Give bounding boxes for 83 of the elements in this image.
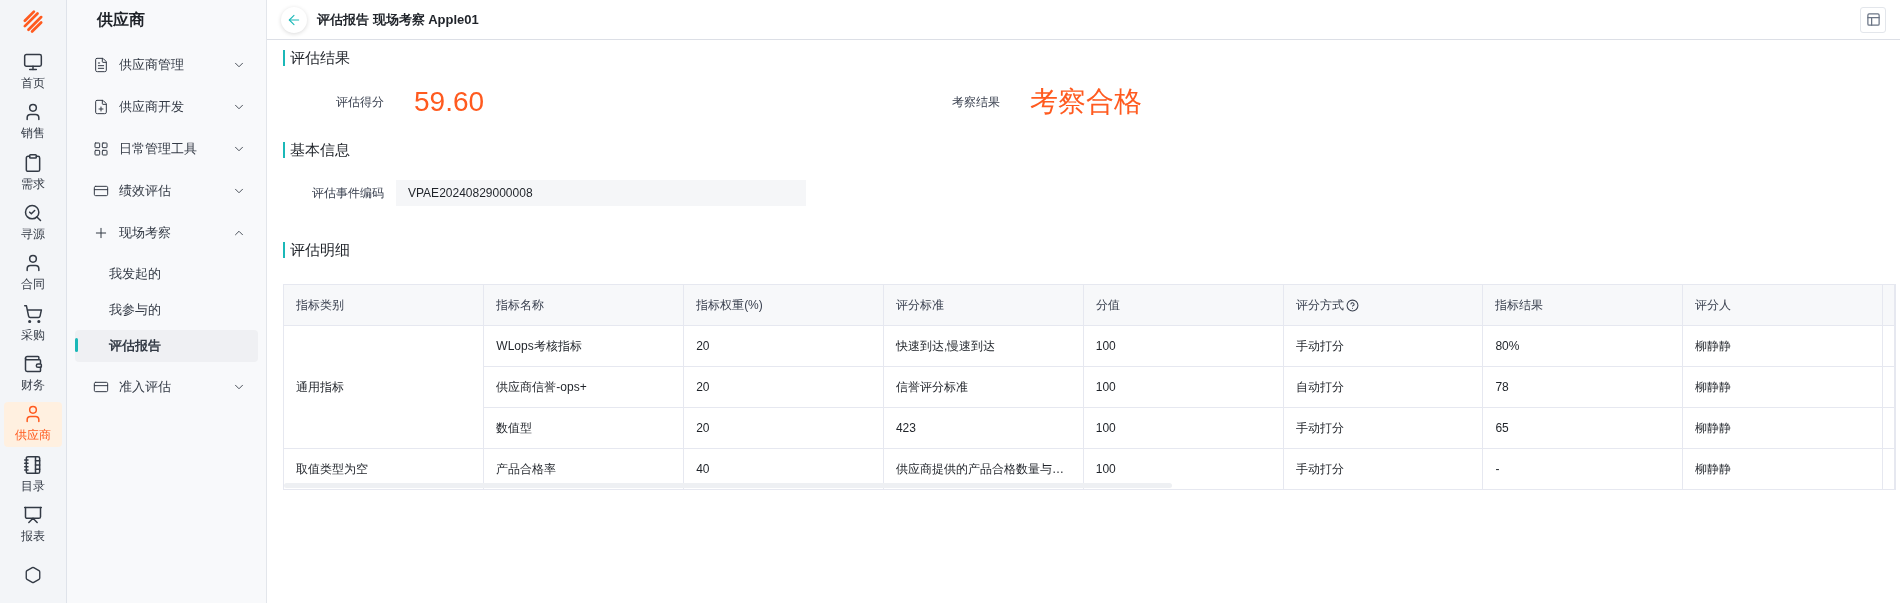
rail-icon xyxy=(23,253,43,274)
column-header: 分值 xyxy=(1083,285,1284,326)
hexagon-icon[interactable] xyxy=(24,566,42,585)
rail-icon xyxy=(23,152,43,173)
table-cell: 数值型 xyxy=(483,407,684,449)
menu-icon xyxy=(93,183,109,199)
table-cell: 20 xyxy=(683,325,884,367)
score-value: 59.60 xyxy=(413,86,486,118)
table-cell: 20 xyxy=(683,407,884,449)
help-icon[interactable] xyxy=(1345,298,1359,312)
rail-icon xyxy=(23,504,43,525)
table-cell: 通用指标 xyxy=(284,325,484,449)
rail-icon xyxy=(23,353,43,374)
submenu-item[interactable]: 我发起的 xyxy=(75,258,258,290)
section-title: 基本信息 xyxy=(283,142,1892,158)
menu-icon xyxy=(93,225,109,241)
table-cell: 供应商信誉-ops+ xyxy=(483,366,684,408)
score-label: 评估得分 xyxy=(335,93,384,111)
column-header: 指标权重(%) xyxy=(683,285,884,326)
verdict-label: 考察结果 xyxy=(951,93,1000,111)
scrollbar[interactable] xyxy=(284,483,1172,488)
table-cell: 78 xyxy=(1482,366,1683,408)
menu-icon xyxy=(93,57,109,73)
menu-item[interactable]: 绩效评估 xyxy=(75,170,258,212)
table-cell: WLops考核指标 xyxy=(483,325,684,367)
page-title: 评估报告 现场考察 Apple01 xyxy=(317,10,480,29)
table-cell: 423 xyxy=(883,407,1084,449)
column-header: 指标结果 xyxy=(1482,285,1683,326)
section-title: 评估结果 xyxy=(283,50,1892,66)
rail-icon xyxy=(23,102,43,123)
menu-icon xyxy=(93,99,109,115)
table-cell: 柳静静 xyxy=(1682,325,1883,367)
verdict-value: 考察合格 xyxy=(1029,85,1143,119)
menu-icon xyxy=(93,379,109,395)
submenu-item[interactable]: 评估报告 xyxy=(75,330,258,362)
menu-item[interactable]: 现场考察 xyxy=(75,212,258,254)
rail-item[interactable]: 寻源 xyxy=(4,200,62,246)
table-cell: - xyxy=(1482,448,1683,489)
column-header: 评分人 xyxy=(1682,285,1883,326)
rail-item[interactable]: 销售 xyxy=(4,99,62,145)
table-cell: 手动打分 xyxy=(1283,448,1483,489)
menu-item[interactable]: 日常管理工具 xyxy=(75,128,258,170)
sidebar-title: 供应商 xyxy=(95,10,146,30)
layout-button[interactable] xyxy=(1860,6,1886,33)
rail-item[interactable]: 财务 xyxy=(4,351,62,397)
menu-item[interactable]: 供应商管理 xyxy=(75,44,258,86)
rail-icon xyxy=(23,202,43,223)
table-cell: 手动打分 xyxy=(1283,407,1483,449)
table-cell: 80% xyxy=(1482,325,1683,367)
column-header: 评分方式 xyxy=(1283,285,1483,326)
section-title: 评估明细 xyxy=(283,242,1892,258)
column-header: 评分标准 xyxy=(883,285,1084,326)
table-cell: 100 xyxy=(1083,366,1284,408)
rail-icon xyxy=(23,454,43,475)
rail-icon xyxy=(23,404,43,425)
rail-item[interactable]: 报表 xyxy=(4,502,62,548)
column-header: 指标类别 xyxy=(284,285,484,326)
table-cell: 柳静静 xyxy=(1682,407,1883,449)
table-cell: 信誉评分标准 xyxy=(883,366,1084,408)
rail-item[interactable]: 合同 xyxy=(4,250,62,296)
table-cell: 100 xyxy=(1083,325,1284,367)
table-cell: 65 xyxy=(1482,407,1683,449)
table-cell: 20 xyxy=(683,366,884,408)
table-cell: 快速到达,慢速到达 xyxy=(883,325,1084,367)
table-cell: 柳静静 xyxy=(1682,448,1883,489)
field-label: 评估事件编码 xyxy=(311,184,385,202)
table-cell: 自动打分 xyxy=(1283,366,1483,408)
rail-icon xyxy=(23,51,43,72)
menu-item[interactable]: 供应商开发 xyxy=(75,86,258,128)
table-cell: 100 xyxy=(1083,407,1284,449)
menu-item[interactable]: 准入评估 xyxy=(75,366,258,408)
rail-item[interactable]: 目录 xyxy=(4,451,62,498)
menu-icon xyxy=(93,141,109,157)
table-cell: 手动打分 xyxy=(1283,325,1483,367)
table-cell: 柳静静 xyxy=(1682,366,1883,408)
layout-icon xyxy=(1865,12,1881,27)
rail-item[interactable]: 采购 xyxy=(4,300,62,347)
rail-icon xyxy=(23,303,43,324)
rail-item[interactable]: 首页 xyxy=(4,49,62,95)
rail-item[interactable]: 需求 xyxy=(4,149,62,196)
column-header: 指标名称 xyxy=(483,285,684,326)
input-field[interactable]: VPAE20240829000008 xyxy=(396,180,806,206)
submenu-item[interactable]: 我参与的 xyxy=(75,294,258,326)
